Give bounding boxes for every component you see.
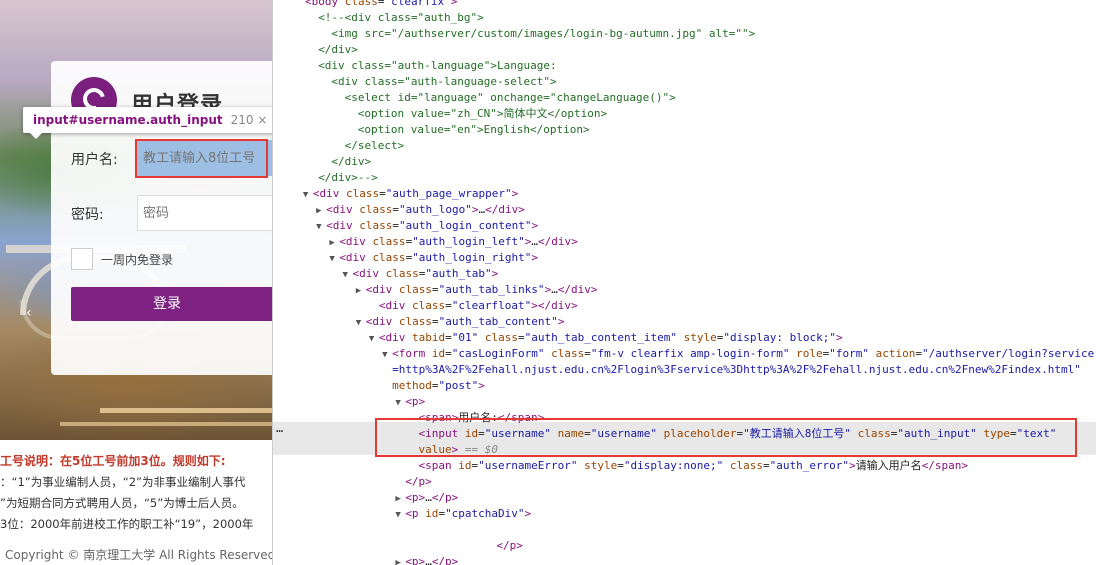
- expanded-triangle-icon[interactable]: ▼: [316, 219, 326, 235]
- dom-node-line[interactable]: <div class="auth-language-select">: [331, 74, 556, 90]
- dom-node-line[interactable]: </div>: [318, 42, 358, 58]
- dom-node-line[interactable]: </div>-->: [318, 170, 378, 186]
- dom-node-line[interactable]: <img src="/authserver/custom/images/logi…: [331, 26, 755, 42]
- devtools-elements-panel[interactable]: … <body class="clearfix"> <!--<div class=…: [272, 0, 1096, 565]
- dom-node-line[interactable]: ▶ <p>…</p>: [395, 554, 458, 565]
- password-input[interactable]: [137, 195, 272, 231]
- notice-line: ：“1”为事业编制人员，“2”为非事业编制人事代: [0, 475, 246, 489]
- dom-node-line[interactable]: <option value="en">English</option>: [358, 122, 590, 138]
- dock-plank: [60, 422, 272, 426]
- dom-node-line[interactable]: =http%3A%2F%2Fehall.njust.edu.cn%2Flogin…: [392, 362, 1081, 378]
- remember-me-label: 一周内免登录: [101, 253, 174, 267]
- tooltip-arrow: [30, 133, 42, 139]
- page-preview: ‹ 用户登录 用户名: 密码: 一周内免登录 登录 工号说明：在5位工号前加3位…: [0, 0, 272, 565]
- collapsed-triangle-icon[interactable]: ▶: [356, 283, 366, 299]
- dom-node-line[interactable]: <select id="language" onchange="changeLa…: [345, 90, 676, 106]
- dom-node-line[interactable]: ▼ <p>: [395, 394, 425, 410]
- dom-node-line[interactable]: ▶ <div class="auth_tab_links">…</div>: [356, 282, 598, 298]
- dom-node-line[interactable]: </p>: [405, 474, 432, 490]
- node-actions-icon[interactable]: …: [276, 421, 283, 435]
- dom-node-line[interactable]: ▶ <div class="auth_login_left">…</div>: [329, 234, 577, 250]
- dom-node-line[interactable]: ▼ <form id="casLoginForm" class="fm-v cle…: [382, 346, 1094, 362]
- dom-node-line[interactable]: ▶ <div class="auth_logo">…</div>: [316, 202, 525, 218]
- dom-node-line[interactable]: ▼ <div class="auth_tab">: [343, 266, 499, 282]
- dom-node-line[interactable]: <body class="clearfix">: [305, 0, 457, 10]
- dom-node-line[interactable]: ▼ <div class="auth_login_content">: [316, 218, 538, 234]
- expanded-triangle-icon[interactable]: ▼: [369, 331, 379, 347]
- inspector-tooltip: input#username.auth_input 210 × 36: [23, 107, 272, 133]
- expanded-triangle-icon[interactable]: ▼: [303, 187, 313, 203]
- notice-line: 3位：2000年前进校工作的职工补“19”，2000年: [0, 517, 254, 531]
- dom-node-line[interactable]: </p>: [496, 538, 523, 554]
- login-button[interactable]: 登录: [71, 287, 272, 321]
- collapsed-triangle-icon[interactable]: ▶: [316, 203, 326, 219]
- dom-node-line[interactable]: ▼ <div class="auth_tab_content">: [356, 314, 565, 330]
- expanded-triangle-icon[interactable]: ▼: [356, 315, 366, 331]
- notice-line: ”为短期合同方式聘用人员，“5”为博士后人员。: [0, 496, 244, 510]
- employee-id-notice: 工号说明：在5位工号前加3位。规则如下: ：“1”为事业编制人员，“2”为非事业…: [0, 451, 272, 535]
- dom-node-line[interactable]: <div class="clearfloat"></div>: [379, 298, 578, 314]
- dom-node-line[interactable]: ▼ <div class="auth_page_wrapper">: [303, 186, 518, 202]
- dom-node-line[interactable]: ▼ <div class="auth_login_right">: [329, 250, 538, 266]
- remember-me-checkbox[interactable]: [71, 248, 93, 270]
- expanded-triangle-icon[interactable]: ▼: [382, 347, 392, 363]
- element-highlight-box: [135, 139, 268, 178]
- copyright-footer: Copyright © 南京理工大学 All Rights Reserved.: [5, 548, 272, 562]
- expanded-triangle-icon[interactable]: ▼: [343, 267, 353, 283]
- tooltip-size: 210 × 36: [230, 113, 272, 127]
- dom-node-line[interactable]: ▶ <p>…</p>: [395, 490, 458, 506]
- username-label: 用户名:: [71, 152, 118, 168]
- dom-node-line[interactable]: <div class="auth-language">Language:: [318, 58, 556, 74]
- tooltip-selector: input#username.auth_input: [33, 113, 223, 127]
- dom-node-line[interactable]: ▼ <div tabid="01" class="auth_tab_content…: [369, 330, 843, 346]
- dock-plank: [100, 408, 272, 413]
- collapsed-triangle-icon[interactable]: ▶: [395, 491, 405, 507]
- carousel-prev-icon[interactable]: ‹: [26, 305, 32, 321]
- dom-node-line[interactable]: ▼ <p id="cpatchaDiv">: [395, 506, 531, 522]
- collapsed-triangle-icon[interactable]: ▶: [395, 555, 405, 565]
- password-label: 密码:: [71, 207, 104, 223]
- dom-node-line[interactable]: <span id="usernameError" style="display:…: [419, 458, 969, 474]
- dom-node-line[interactable]: method="post">: [392, 378, 485, 394]
- expanded-triangle-icon[interactable]: ▼: [395, 507, 405, 523]
- dom-node-line[interactable]: </div>: [331, 154, 371, 170]
- expanded-triangle-icon[interactable]: ▼: [329, 251, 339, 267]
- collapsed-triangle-icon[interactable]: ▶: [329, 235, 339, 251]
- notice-title: 工号说明：在5位工号前加3位。规则如下:: [0, 454, 226, 468]
- dom-node-line[interactable]: </select>: [345, 138, 405, 154]
- dom-node-line[interactable]: <!--<div class="auth_bg">: [318, 10, 484, 26]
- expanded-triangle-icon[interactable]: ▼: [395, 395, 405, 411]
- selected-node-highlight-box: [375, 418, 1077, 457]
- dom-node-line[interactable]: <option value="zh_CN">简体中文</option>: [358, 106, 607, 122]
